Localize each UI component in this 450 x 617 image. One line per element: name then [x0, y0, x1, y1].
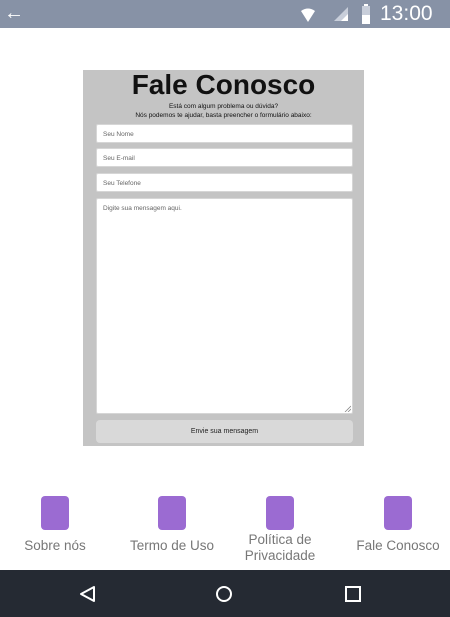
name-field[interactable]: Seu Nome — [96, 124, 353, 143]
message-textarea[interactable]: Digite sua mensagem aqui. — [96, 198, 353, 414]
form-subtitle-1: Está com algum problema ou dúvida? — [168, 103, 279, 110]
nav-back-icon[interactable] — [78, 584, 98, 604]
nav-home-icon[interactable] — [214, 584, 234, 604]
nav-label-politica: Política de Privacidade — [244, 532, 316, 563]
nav-label-fale: Fale Conosco — [356, 538, 440, 553]
politica-icon — [266, 496, 294, 530]
termo-icon — [158, 496, 186, 530]
fale-icon — [384, 496, 412, 530]
nav-label-termo: Termo de Uso — [129, 538, 215, 553]
clock: 13:00 — [380, 2, 433, 25]
signal-icon — [334, 7, 348, 21]
status-bar: ← 13:00 — [0, 0, 450, 28]
nav-recent-icon[interactable] — [344, 585, 362, 603]
nav-item-termo[interactable]: Termo de Uso — [122, 496, 222, 554]
nav-item-fale[interactable]: Fale Conosco — [348, 496, 448, 554]
form-subtitle-2: Nós podemos te ajudar, basta preencher o… — [135, 112, 312, 119]
nav-item-politica[interactable]: Política de Privacidade — [235, 496, 325, 564]
back-arrow-icon[interactable]: ← — [4, 2, 24, 24]
resize-grip-icon[interactable] — [344, 405, 351, 412]
system-nav-bar — [0, 570, 450, 617]
submit-button[interactable]: Envie sua mensagem — [96, 420, 353, 443]
wifi-icon — [301, 8, 315, 22]
sobre-icon — [41, 496, 69, 530]
nav-label-sobre: Sobre nós — [24, 538, 86, 553]
battery-icon — [362, 4, 370, 24]
contact-form: Fale Conosco Está com algum problema ou … — [83, 70, 364, 446]
message-placeholder: Digite sua mensagem aqui. — [103, 205, 182, 212]
phone-field[interactable]: Seu Telefone — [96, 173, 353, 192]
nav-item-sobre[interactable]: Sobre nós — [20, 496, 90, 554]
page-title: Fale Conosco — [131, 69, 316, 100]
email-field[interactable]: Seu E-mail — [96, 148, 353, 167]
